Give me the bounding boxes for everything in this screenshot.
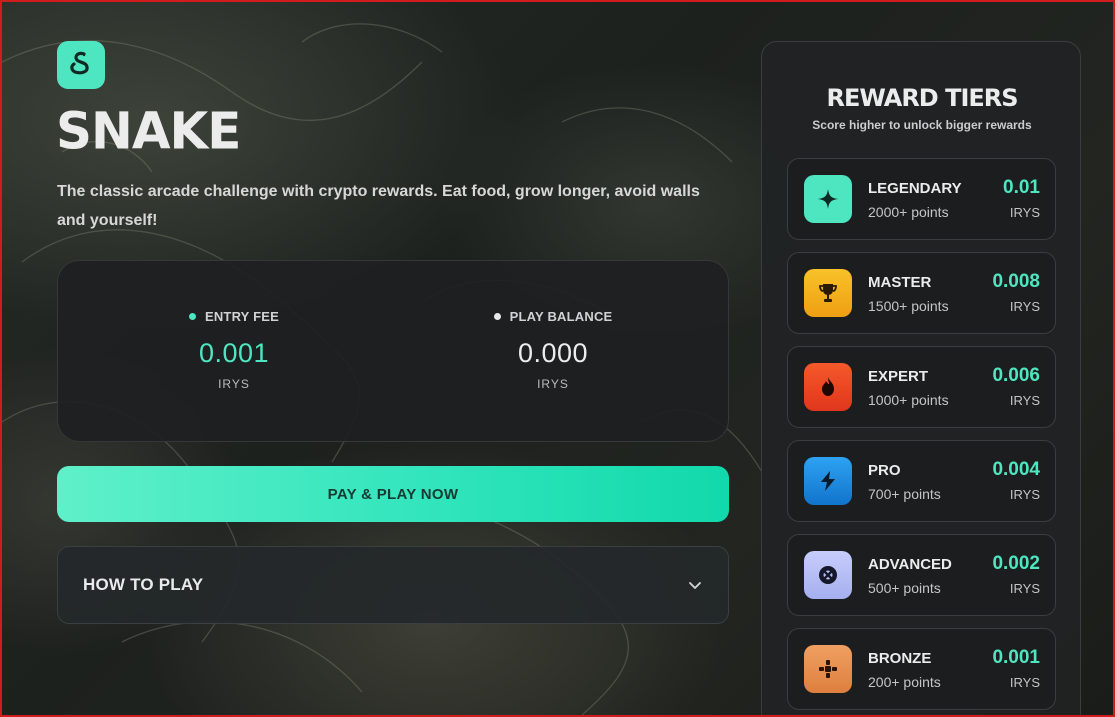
play-balance-dot-icon [493, 313, 501, 320]
tier-icon-badge [804, 175, 852, 223]
tier-icon-badge [804, 551, 852, 599]
tier-reward: 0.006 [992, 365, 1040, 386]
entry-fee-unit: IRYS [218, 377, 250, 391]
tier-card-expert: EXPERT 1000+ points 0.006 IRYS [787, 346, 1056, 428]
tier-name: LEGENDARY [868, 180, 962, 197]
stats-card: ENTRY FEE 0.001 IRYS PLAY BALANCE 0.000 … [57, 260, 729, 442]
chevron-down-icon [689, 582, 701, 589]
tier-unit: IRYS [1009, 675, 1040, 690]
tier-unit: IRYS [1009, 299, 1040, 314]
tier-card-legendary: LEGENDARY 2000+ points 0.01 IRYS [787, 158, 1056, 240]
how-to-play-accordion[interactable]: HOW TO PLAY [57, 546, 729, 624]
reward-tiers-title: REWARD TIERS [826, 84, 1018, 112]
tier-icon-badge [804, 645, 852, 693]
tier-unit: IRYS [1009, 393, 1040, 408]
tier-icon-badge [804, 457, 852, 505]
tier-points: 2000+ points [868, 204, 949, 220]
tier-reward: 0.004 [992, 459, 1040, 480]
target-icon [819, 566, 837, 584]
play-balance-stat: PLAY BALANCE 0.000 IRYS [453, 309, 653, 391]
play-balance-value: 0.000 [517, 338, 589, 368]
tier-unit: IRYS [1009, 487, 1040, 502]
gamepad-icon [819, 660, 837, 678]
lightning-icon [821, 471, 835, 491]
tier-points: 700+ points [868, 486, 941, 502]
trophy-icon [819, 284, 837, 302]
tier-reward: 0.002 [992, 553, 1040, 574]
tier-reward: 0.008 [992, 271, 1040, 292]
tier-name: PRO [868, 462, 901, 479]
app-window: SNAKE The classic arcade challenge with … [0, 0, 1115, 717]
tier-icon-badge [804, 269, 852, 317]
tier-points: 1500+ points [868, 298, 949, 314]
tier-name: BRONZE [868, 650, 932, 667]
tier-icon-badge [804, 363, 852, 411]
how-to-play-label: HOW TO PLAY [83, 575, 204, 594]
entry-fee-dot-icon [188, 313, 196, 320]
tier-name: ADVANCED [868, 556, 952, 573]
tier-points: 1000+ points [868, 392, 949, 408]
entry-fee-stat: ENTRY FEE 0.001 IRYS [134, 309, 334, 391]
reward-tiers-subtitle: Score higher to unlock bigger rewards [812, 118, 1032, 132]
tier-name: EXPERT [868, 368, 929, 385]
tier-reward: 0.001 [992, 647, 1040, 668]
tier-card-pro: PRO 700+ points 0.004 IRYS [787, 440, 1056, 522]
entry-fee-value: 0.001 [198, 338, 270, 368]
entry-fee-label: ENTRY FEE [204, 309, 280, 324]
fire-icon [822, 377, 834, 396]
tier-name: MASTER [868, 274, 932, 291]
tier-card-advanced: ADVANCED 500+ points 0.002 IRYS [787, 534, 1056, 616]
tier-points: 500+ points [868, 580, 941, 596]
page-title: SNAKE [56, 101, 241, 161]
play-balance-unit: IRYS [537, 377, 569, 391]
reward-tiers-panel: REWARD TIERS Score higher to unlock bigg… [761, 41, 1081, 715]
snake-icon [70, 51, 89, 75]
game-description: The classic arcade challenge with crypto… [57, 183, 700, 229]
tier-card-master: MASTER 1500+ points 0.008 IRYS [787, 252, 1056, 334]
play-balance-label: PLAY BALANCE [509, 309, 613, 324]
tier-unit: IRYS [1009, 205, 1040, 220]
tier-card-bronze: BRONZE 200+ points 0.001 IRYS [787, 628, 1056, 710]
sparkle-icon [818, 189, 838, 209]
pay-and-play-button[interactable]: PAY & PLAY NOW [57, 466, 729, 522]
snake-logo [57, 41, 105, 89]
tier-reward: 0.01 [1003, 177, 1040, 198]
tier-points: 200+ points [868, 674, 941, 690]
tier-unit: IRYS [1009, 581, 1040, 596]
